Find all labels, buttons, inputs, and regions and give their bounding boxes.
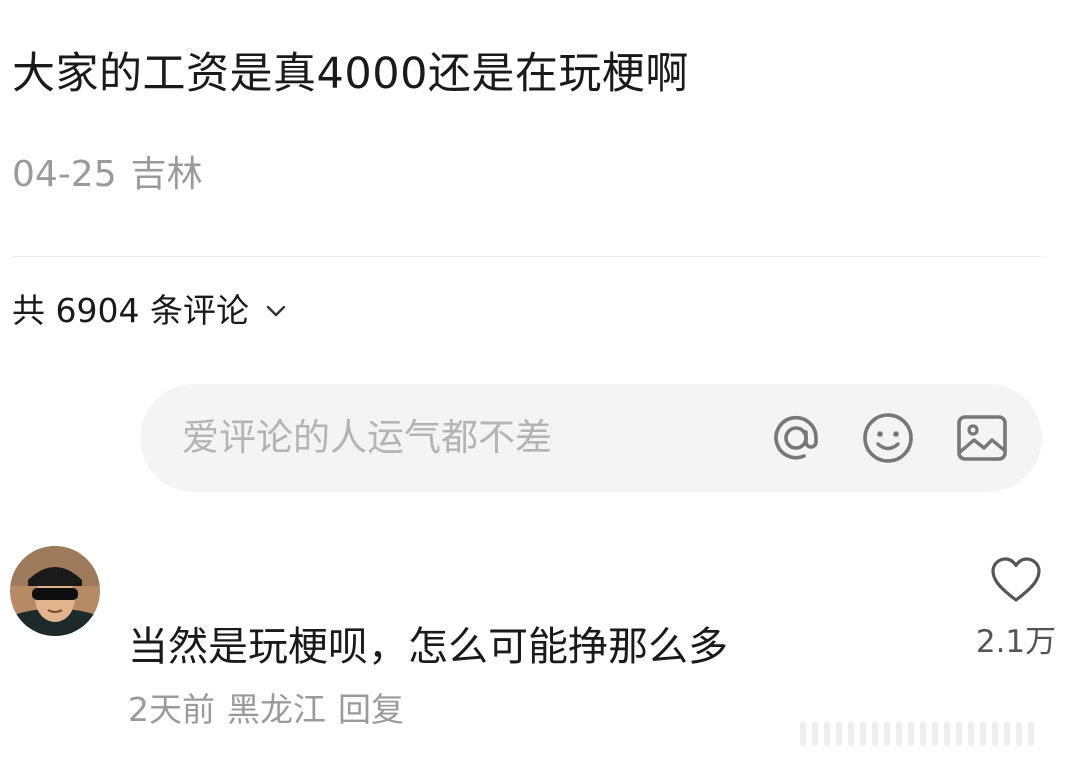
post-comment-screen: 大家的工资是真4000还是在玩梗啊 04-25 吉林 共 6904 条评论 爱评论… <box>0 0 1080 758</box>
like-button[interactable]: 2.1万 <box>968 556 1064 662</box>
comment-count-sort-toggle[interactable]: 共 6904 条评论 <box>12 288 289 334</box>
comment-time: 2天前 <box>128 690 215 729</box>
post-location: 吉林 <box>130 154 203 195</box>
comment-input-placeholder: 爱评论的人运气都不差 <box>182 416 552 459</box>
divider <box>12 256 1042 257</box>
watermark-strip <box>800 722 1070 746</box>
comment-location: 黑龙江 <box>227 690 326 729</box>
post-meta: 04-25 吉林 <box>12 150 203 200</box>
comment-count-label: 共 6904 条评论 <box>12 291 249 330</box>
reply-button[interactable]: 回复 <box>338 690 404 729</box>
chevron-down-icon <box>266 305 286 317</box>
comment-meta: 2天前 黑龙江 回复 <box>128 686 416 734</box>
avatar-image <box>10 546 100 636</box>
avatar[interactable] <box>10 546 100 636</box>
comment-text: 当然是玩梗呗，怎么可能挣那么多 <box>128 624 728 670</box>
at-icon[interactable] <box>768 410 824 466</box>
post-title: 大家的工资是真4000还是在玩梗啊 <box>12 49 689 99</box>
emoji-icon[interactable] <box>860 410 916 466</box>
like-count: 2.1万 <box>975 624 1057 660</box>
comment-input[interactable]: 爱评论的人运气都不差 <box>140 384 1042 492</box>
heart-icon <box>991 557 1041 602</box>
image-icon[interactable] <box>954 410 1010 466</box>
post-date: 04-25 <box>12 154 117 195</box>
